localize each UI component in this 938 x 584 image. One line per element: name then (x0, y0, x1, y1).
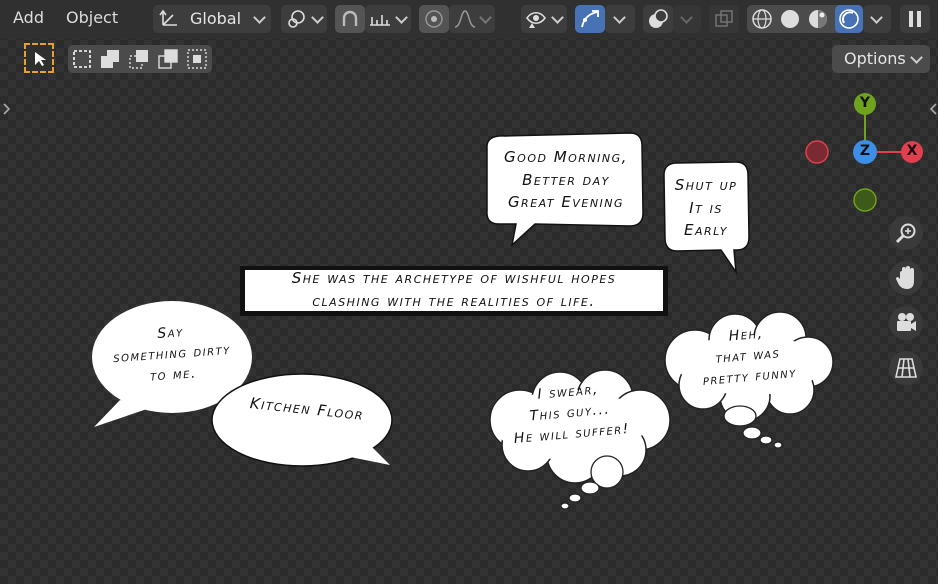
bubble-shut-text: Shut up It is Early (664, 174, 748, 242)
bubble-morning-text: Good Morning, Better day Great Evening (490, 146, 642, 214)
axis-z-label: Z (859, 143, 871, 159)
axis-x-label: X (906, 143, 918, 159)
pan-button[interactable] (889, 261, 923, 295)
axis-neg-x-handle (805, 140, 829, 164)
ortho-toggle-button[interactable] (889, 351, 923, 385)
axis-y-label: Y (859, 95, 871, 111)
thought-swear-text: I swear, This guy... He will suffer! (493, 376, 648, 452)
zoom-icon (895, 223, 916, 244)
axis-neg-y-handle (853, 188, 877, 212)
camera-icon (897, 313, 916, 331)
text-line: Early (684, 221, 728, 239)
text-line: clashing with the realities of life. (312, 292, 596, 311)
viewport-3d[interactable]: Add Object Global Options Good Morning, … (0, 0, 938, 584)
text-line: Great Evening (507, 193, 625, 211)
text-line: Better day (522, 170, 610, 189)
thought-heh-text: Heh, that was pretty funny (676, 319, 821, 394)
camera-view-button[interactable] (889, 306, 923, 340)
bubble-say-text: Say something dirty to me. (90, 317, 254, 391)
caption-text: She was the archetype of wishful hopes c… (245, 267, 663, 314)
text-line: It is (689, 198, 723, 217)
text-line: Shut up (674, 176, 738, 194)
grid-icon (895, 358, 917, 378)
hand-icon (896, 266, 914, 289)
text-line: She was the archetype of wishful hopes (291, 269, 617, 287)
zoom-button[interactable] (889, 216, 923, 250)
text-line: Good Morning, (504, 148, 628, 166)
